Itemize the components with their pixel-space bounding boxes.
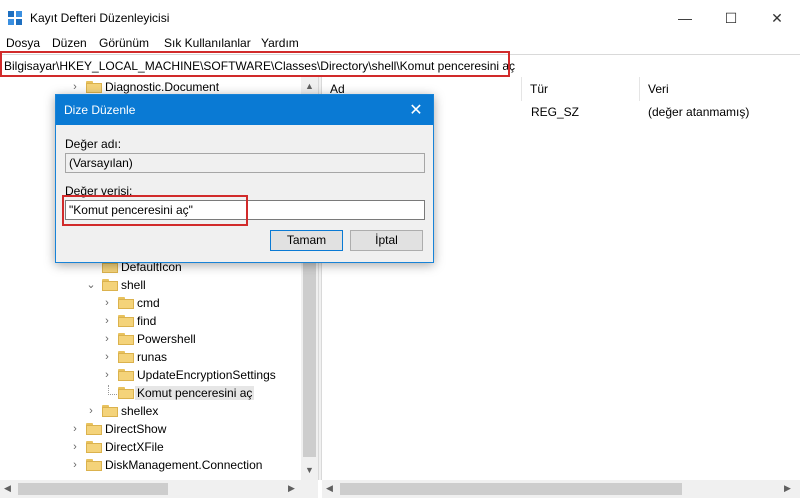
- tree-item-directxfile[interactable]: › DirectXFile: [0, 438, 300, 456]
- scroll-right-icon[interactable]: ▶: [288, 483, 295, 494]
- menu-dosya[interactable]: Dosya: [6, 36, 40, 50]
- tree-item-updateencryptionsettings[interactable]: › UpdateEncryptionSettings: [0, 366, 300, 384]
- close-icon: ✕: [771, 9, 783, 26]
- window-titlebar: Kayıt Defteri Düzenleyicisi — ☐ ✕: [0, 0, 800, 36]
- scroll-thumb[interactable]: [340, 483, 682, 495]
- column-header-type[interactable]: Tür: [522, 77, 640, 101]
- tree-item-label: shellex: [121, 404, 159, 418]
- chevron-right-icon[interactable]: ›: [102, 348, 112, 366]
- folder-icon: [118, 333, 134, 345]
- menu-sik-kullanilanlar[interactable]: Sık Kullanılanlar: [164, 36, 251, 50]
- chevron-right-icon[interactable]: ›: [102, 366, 112, 384]
- folder-icon: [86, 81, 102, 93]
- scroll-right-icon[interactable]: ▶: [784, 483, 791, 494]
- scroll-thumb[interactable]: [18, 483, 168, 495]
- tree-item-label: Powershell: [137, 332, 196, 346]
- menu-yardim[interactable]: Yardım: [261, 36, 299, 50]
- tree-item-label: shell: [121, 278, 146, 292]
- tree-item-diskmanagement-connection[interactable]: › DiskManagement.Connection: [0, 456, 300, 474]
- menu-duzen[interactable]: Düzen: [52, 36, 87, 50]
- scroll-down-icon[interactable]: ▼: [305, 465, 314, 475]
- menu-gorunum[interactable]: Görünüm: [99, 36, 149, 50]
- folder-icon: [118, 369, 134, 381]
- address-highlight-box: [0, 51, 510, 77]
- tree-item-runas[interactable]: › runas: [0, 348, 300, 366]
- tree-item-label: cmd: [137, 296, 160, 310]
- chevron-right-icon[interactable]: ›: [70, 420, 80, 438]
- tree-item-label: find: [137, 314, 157, 328]
- edit-string-dialog: Dize Düzenle ✕ Değer adı: (Varsayılan) D…: [55, 94, 434, 263]
- maximize-button[interactable]: ☐: [708, 0, 754, 36]
- folder-icon: [118, 351, 134, 363]
- registry-editor-icon: [8, 11, 22, 25]
- ok-button[interactable]: Tamam: [270, 230, 343, 251]
- tree-item-label: Diagnostic.Document: [105, 80, 220, 94]
- tree-item-find[interactable]: › find: [0, 312, 300, 330]
- tree-item-directshow[interactable]: › DirectShow: [0, 420, 300, 438]
- tree-item-label: Komut penceresini aç: [135, 386, 255, 400]
- tree-item-powershell[interactable]: › Powershell: [0, 330, 300, 348]
- dialog-close-button[interactable]: ✕: [399, 95, 433, 125]
- tree-connector: [108, 385, 117, 395]
- close-icon: ✕: [409, 102, 423, 119]
- column-header-data[interactable]: Veri: [640, 77, 800, 101]
- chevron-right-icon[interactable]: ›: [70, 438, 80, 456]
- folder-icon: [86, 441, 102, 453]
- tree-horizontal-scrollbar[interactable]: ◀ ▶: [0, 480, 318, 498]
- chevron-right-icon[interactable]: ›: [86, 402, 96, 420]
- folder-icon: [86, 459, 102, 471]
- list-horizontal-scrollbar[interactable]: ◀ ▶: [322, 480, 800, 498]
- value-data-cell: (değer atanmamış): [648, 105, 750, 119]
- value-name-field: (Varsayılan): [65, 153, 425, 173]
- folder-icon: [86, 423, 102, 435]
- chevron-right-icon[interactable]: ›: [102, 312, 112, 330]
- dialog-titlebar: Dize Düzenle ✕: [56, 95, 433, 125]
- tree-item-label: UpdateEncryptionSettings: [137, 368, 276, 382]
- dialog-title: Dize Düzenle: [64, 103, 136, 117]
- tree-item-label: DirectXFile: [105, 440, 164, 454]
- value-type-cell: REG_SZ: [531, 105, 580, 119]
- tree-item-label: DirectShow: [105, 422, 167, 436]
- tree-item-shellex[interactable]: › shellex: [0, 402, 300, 420]
- minimize-icon: —: [678, 10, 692, 26]
- value-data-highlight-box: [62, 195, 248, 226]
- chevron-right-icon[interactable]: ›: [70, 456, 80, 474]
- scroll-left-icon[interactable]: ◀: [4, 483, 11, 494]
- scroll-up-icon[interactable]: ▲: [305, 81, 314, 91]
- tree-item-komut-penceresini-ac[interactable]: Komut penceresini aç: [0, 384, 300, 402]
- tree-item-label: runas: [137, 350, 168, 364]
- folder-icon: [102, 279, 118, 291]
- minimize-button[interactable]: —: [662, 0, 708, 36]
- folder-icon: [118, 297, 134, 309]
- maximize-icon: ☐: [724, 9, 738, 26]
- folder-icon: [102, 405, 118, 417]
- chevron-down-icon[interactable]: ⌄: [86, 276, 96, 294]
- tree-item-shell[interactable]: ⌄ shell: [0, 276, 300, 294]
- close-button[interactable]: ✕: [754, 0, 800, 36]
- folder-icon: [118, 387, 134, 399]
- chevron-right-icon[interactable]: ›: [102, 330, 112, 348]
- value-name-label: Değer adı:: [65, 137, 122, 151]
- folder-icon: [118, 315, 134, 327]
- scroll-left-icon[interactable]: ◀: [326, 483, 333, 494]
- chevron-right-icon[interactable]: ›: [102, 294, 112, 312]
- tree-item-label: DiskManagement.Connection: [105, 458, 263, 472]
- cancel-button[interactable]: İptal: [350, 230, 423, 251]
- menu-bar: Dosya Düzen Görünüm Sık Kullanılanlar Ya…: [0, 36, 800, 52]
- window-title: Kayıt Defteri Düzenleyicisi: [30, 11, 170, 25]
- tree-item-cmd[interactable]: › cmd: [0, 294, 300, 312]
